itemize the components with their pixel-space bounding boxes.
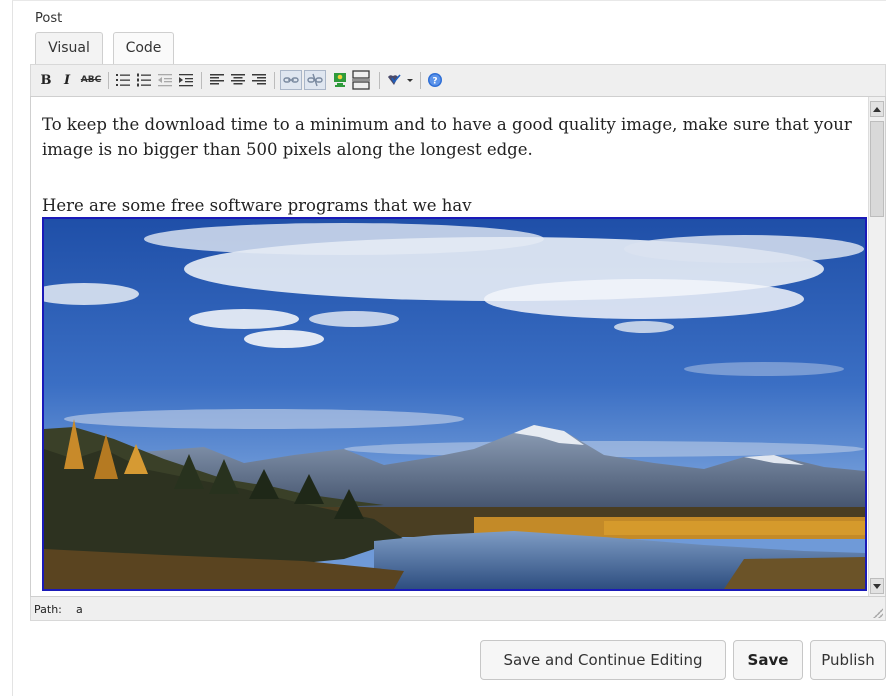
selected-landscape-image[interactable] [42,217,867,591]
editor-scrollbar[interactable] [868,97,885,596]
scroll-down-arrow-icon[interactable] [870,578,884,594]
editor-area[interactable]: To keep the download time to a minimum a… [30,96,886,597]
toolbar-separator [108,72,109,89]
toolbar-separator [274,72,275,89]
save-button[interactable]: Save [733,640,803,680]
numbered-list-icon[interactable] [135,70,153,90]
outdent-icon[interactable] [156,70,174,90]
scrollbar-thumb[interactable] [870,121,884,217]
unlink-icon[interactable] [304,70,326,90]
toolbar-separator [379,72,380,89]
editor-content[interactable]: To keep the download time to a minimum a… [31,97,869,596]
scroll-up-arrow-icon[interactable] [870,101,884,117]
indent-icon[interactable] [177,70,195,90]
save-and-continue-button[interactable]: Save and Continue Editing [480,640,726,680]
toolbar-separator [201,72,202,89]
help-icon[interactable]: ? [426,70,444,90]
spellcheck-icon[interactable] [386,70,416,90]
align-left-icon[interactable] [208,70,226,90]
align-center-icon[interactable] [229,70,247,90]
post-label: Post [35,11,63,26]
editor-toolbar: B I ABC ? [30,64,886,96]
more-tag-icon[interactable] [352,70,370,90]
svg-text:?: ? [432,77,437,87]
editor-paragraph[interactable]: Here are some free software programs tha… [42,193,852,218]
publish-button[interactable]: Publish [810,640,886,680]
align-right-icon[interactable] [250,70,268,90]
strikethrough-icon[interactable]: ABC [79,70,103,90]
resize-grip-icon[interactable] [873,608,883,618]
tab-code[interactable]: Code [113,32,174,64]
bold-icon[interactable]: B [37,70,55,90]
italic-icon[interactable]: I [58,70,76,90]
insert-image-icon[interactable] [331,70,349,90]
editor-pathbar: Path: a [30,597,886,621]
path-label: Path: [34,603,62,616]
insert-link-icon[interactable] [280,70,302,90]
tab-visual[interactable]: Visual [35,32,103,64]
editor-paragraph[interactable]: To keep the download time to a minimum a… [42,112,852,162]
toolbar-separator [420,72,421,89]
path-element-link[interactable]: a [76,603,83,616]
bulleted-list-icon[interactable] [114,70,132,90]
